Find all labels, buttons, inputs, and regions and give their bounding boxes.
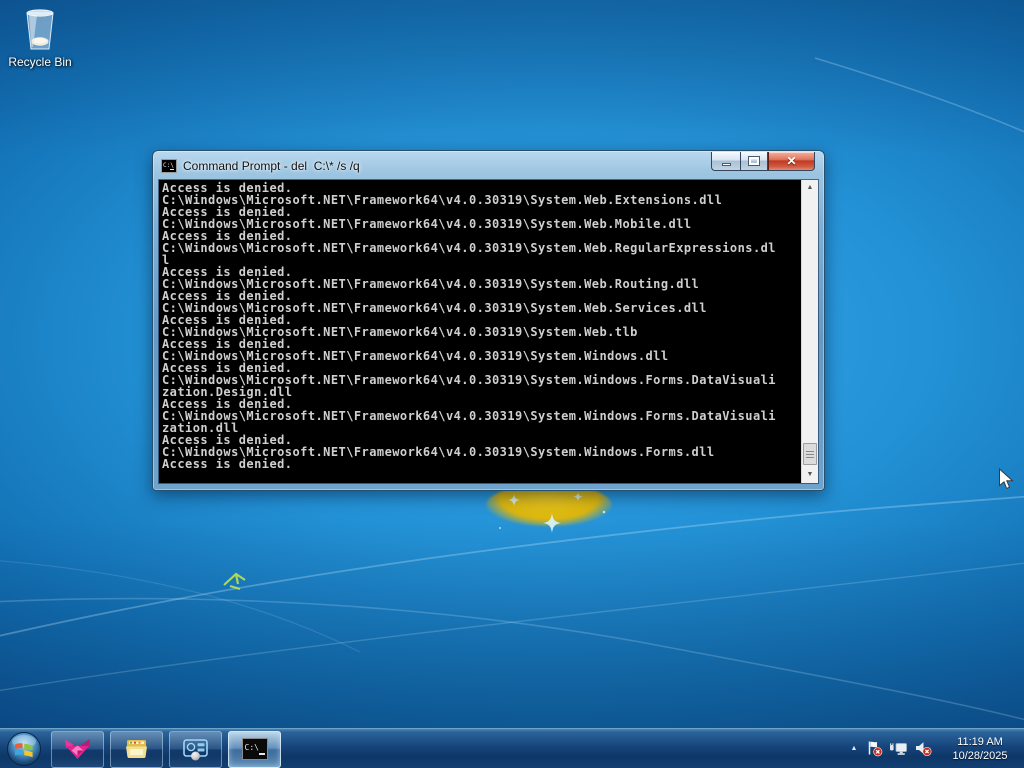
- console-scrollbar[interactable]: ▲ ▼: [801, 180, 818, 483]
- minimize-button[interactable]: [711, 152, 740, 171]
- scroll-down-button[interactable]: ▼: [802, 467, 818, 483]
- action-center-flag-icon[interactable]: [866, 740, 883, 757]
- console-line: C:\Windows\Microsoft.NET\Framework64\v4.…: [162, 242, 801, 254]
- desktop[interactable]: Recycle Bin C:\ Command Prompt - del C:\…: [0, 0, 1024, 768]
- scroll-thumb[interactable]: [803, 443, 817, 465]
- command-prompt-window: C:\ Command Prompt - del C:\* /s /q ✕ Ac…: [152, 150, 825, 491]
- caption-buttons: ✕: [711, 152, 815, 171]
- cmd-icon: C:\: [161, 159, 177, 173]
- scroll-thumb-grip: [806, 451, 814, 458]
- taskbar-button-fox-app[interactable]: [51, 731, 104, 768]
- explorer-folder-icon: [123, 737, 150, 761]
- network-icon[interactable]: [889, 740, 908, 757]
- volume-muted-icon[interactable]: [914, 740, 933, 757]
- show-hidden-icons-button[interactable]: ▲: [845, 745, 863, 752]
- fox-app-icon: [64, 737, 91, 761]
- taskbar-button-system-app[interactable]: [169, 731, 222, 768]
- recycle-bin-label: Recycle Bin: [4, 55, 76, 69]
- start-button[interactable]: [0, 729, 48, 768]
- recycle-bin-glyph: [17, 6, 63, 54]
- taskbar: C:\ ▲ 11:19 AM: [0, 728, 1024, 768]
- clock-time: 11:19 AM: [940, 735, 1020, 749]
- close-icon: ✕: [786, 155, 796, 167]
- console-line: C:\Windows\Microsoft.NET\Framework64\v4.…: [162, 410, 801, 422]
- console-output: Access is denied. C:\Windows\Microsoft.NE…: [159, 180, 801, 483]
- taskbar-button-command-prompt[interactable]: C:\: [228, 731, 281, 768]
- mouse-cursor: [998, 468, 1014, 491]
- recycle-bin-icon[interactable]: Recycle Bin: [4, 6, 76, 69]
- system-tray: ▲ 11:19 AM 10/28/2025: [845, 729, 1024, 768]
- scroll-up-button[interactable]: ▲: [802, 180, 818, 196]
- console-line: Access is denied.: [162, 458, 801, 470]
- windows-logo-icon: [6, 731, 42, 767]
- maximize-icon: [749, 157, 759, 165]
- system-app-icon: [182, 737, 209, 762]
- maximize-button[interactable]: [740, 152, 768, 171]
- window-title: Command Prompt - del C:\* /s /q: [183, 159, 360, 173]
- taskbar-button-windows-explorer[interactable]: [110, 731, 163, 768]
- clock[interactable]: 11:19 AM 10/28/2025: [940, 735, 1020, 763]
- minimize-icon: [722, 163, 731, 166]
- close-button[interactable]: ✕: [768, 152, 815, 171]
- clock-date: 10/28/2025: [940, 749, 1020, 763]
- console[interactable]: Access is denied. C:\Windows\Microsoft.NE…: [159, 180, 818, 483]
- command-prompt-icon: C:\: [242, 738, 268, 760]
